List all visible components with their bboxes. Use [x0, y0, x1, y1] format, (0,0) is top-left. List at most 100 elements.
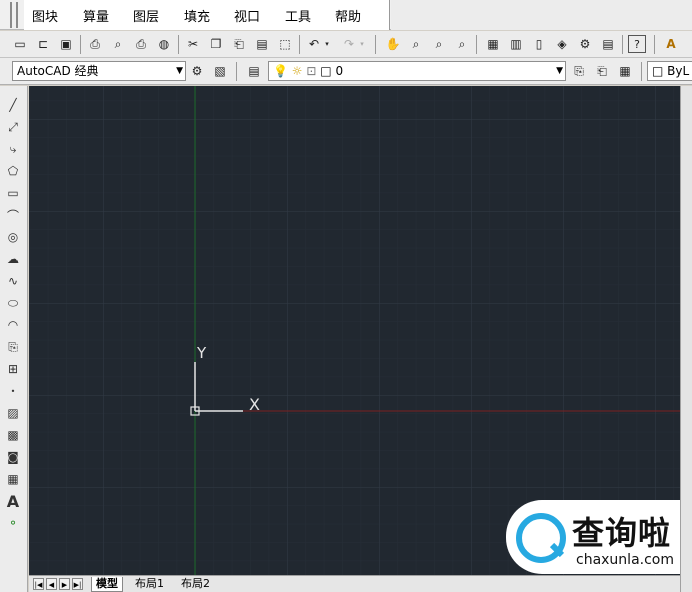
toolbar-separator: [654, 35, 655, 54]
layer-value: 0: [335, 64, 344, 78]
menu-viewport[interactable]: 视口: [234, 6, 260, 25]
workspace-select[interactable]: AutoCAD 经典 ▼: [12, 61, 186, 81]
spline-icon[interactable]: ∿: [4, 272, 22, 290]
insert-block-icon[interactable]: ⎘: [4, 338, 22, 356]
calculator-icon[interactable]: ▤: [599, 35, 617, 53]
save-icon[interactable]: ▣: [57, 35, 75, 53]
prev-tab-button[interactable]: ◀: [46, 578, 57, 590]
layer-properties-icon[interactable]: ▤: [245, 62, 263, 80]
tool-palette-icon[interactable]: ▯: [530, 35, 548, 53]
polygon-icon[interactable]: ⬠: [4, 162, 22, 180]
layer-previous-icon[interactable]: ⎗: [593, 62, 611, 80]
rectangle-icon[interactable]: ▭: [4, 184, 22, 202]
plot-icon[interactable]: ⎙: [132, 35, 150, 53]
ellipse-arc-icon[interactable]: ◠: [4, 316, 22, 334]
tab-layout1[interactable]: 布局1: [131, 577, 168, 592]
color-swatch-icon: □: [652, 64, 664, 78]
cut-icon[interactable]: ✂: [184, 35, 202, 53]
workspace-save-icon[interactable]: ▧: [211, 62, 229, 80]
toolbar-separator: [641, 62, 642, 81]
copy-icon[interactable]: ❐: [207, 35, 225, 53]
arc-icon[interactable]: ⌒: [4, 206, 22, 224]
bulb-icon: 💡: [273, 64, 288, 78]
tab-model[interactable]: 模型: [91, 577, 123, 592]
watermark-logo: 查询啦 chaxunla.com: [506, 500, 680, 574]
chevron-down-icon: ▼: [176, 66, 183, 76]
toolbar-separator: [80, 35, 81, 54]
ellipse-icon[interactable]: ⬭: [4, 294, 22, 312]
hatch-icon[interactable]: ▨: [4, 404, 22, 422]
sheetset-icon[interactable]: ◈: [553, 35, 571, 53]
make-block-icon[interactable]: ⊞: [4, 360, 22, 378]
paste-icon[interactable]: ⎗: [230, 35, 248, 53]
menu-layer[interactable]: 图层: [133, 6, 159, 25]
menubar-grip[interactable]: [10, 2, 18, 28]
menu-help[interactable]: 帮助: [335, 6, 361, 25]
circle-icon[interactable]: ◎: [4, 228, 22, 246]
layer-select[interactable]: 💡 ☼ ⊡ □ 0 ▼: [268, 61, 566, 81]
zoom-previous-icon[interactable]: ⌕: [453, 35, 471, 53]
vertical-scrollbar[interactable]: [680, 86, 692, 592]
new-icon[interactable]: ▭: [11, 35, 29, 53]
preview-icon[interactable]: ⌕: [109, 35, 127, 53]
print-icon[interactable]: ⎙: [86, 35, 104, 53]
toolbar-separator: [178, 35, 179, 54]
text-style-icon[interactable]: A: [662, 35, 680, 53]
region-icon[interactable]: ◙: [4, 448, 22, 466]
pan-icon[interactable]: ✋: [384, 35, 402, 53]
add-selected-icon[interactable]: ⚬: [4, 514, 22, 532]
watermark-subtitle: chaxunla.com: [576, 552, 674, 568]
layer-state-icon[interactable]: ▦: [616, 62, 634, 80]
block-icon[interactable]: ⬚: [276, 35, 294, 53]
help-icon[interactable]: ?: [628, 35, 646, 53]
multiline-text-icon[interactable]: A: [4, 492, 22, 511]
standard-toolbar: ▭ ⊏ ▣ ⎙ ⌕ ⎙ ◍ ✂ ❐ ⎗ ▤ ⬚ ↶ ▾ ↷ ▾ ✋ ⌕ ⌕ ⌕ …: [0, 31, 692, 58]
gradient-icon[interactable]: ▩: [4, 426, 22, 444]
menubar-blank: [391, 0, 692, 30]
toolbar-separator: [236, 62, 237, 81]
color-swatch-icon: □: [320, 64, 332, 78]
revision-cloud-icon[interactable]: ☁: [4, 250, 22, 268]
publish-icon[interactable]: ◍: [155, 35, 173, 53]
last-tab-button[interactable]: ▶|: [72, 578, 83, 590]
menu-tools[interactable]: 工具: [285, 6, 311, 25]
zoom-window-icon[interactable]: ⌕: [430, 35, 448, 53]
undo-icon[interactable]: ↶: [305, 35, 323, 53]
layout-tab-bar: |◀ ◀ ▶ ▶| 模型 布局1 布局2: [29, 575, 680, 592]
zoom-realtime-icon[interactable]: ⌕: [407, 35, 425, 53]
undo-dropdown-icon[interactable]: ▾: [322, 35, 332, 53]
workspace-settings-icon[interactable]: ⚙: [188, 62, 206, 80]
search-icon: [516, 513, 566, 563]
first-tab-button[interactable]: |◀: [33, 578, 44, 590]
line-icon[interactable]: ╱: [4, 96, 22, 114]
workspace-value: AutoCAD 经典: [17, 64, 99, 78]
make-current-icon[interactable]: ⎘: [570, 62, 588, 80]
menu-strip: 图块 算量 图层 填充 视口 工具 帮助: [24, 0, 390, 30]
chevron-down-icon: ▼: [556, 66, 563, 76]
menubar: 图块 算量 图层 填充 视口 工具 帮助: [0, 0, 692, 30]
markup-icon[interactable]: ⚙: [576, 35, 594, 53]
properties-icon[interactable]: ▦: [484, 35, 502, 53]
sun-icon: ☼: [291, 64, 303, 78]
workspace-layer-toolbar: AutoCAD 经典 ▼ ⚙ ▧ ▤ 💡 ☼ ⊡ □ 0 ▼ ⎘ ⎗ ▦ □ B…: [0, 58, 692, 85]
toolbar-separator: [375, 35, 376, 54]
design-center-icon[interactable]: ▥: [507, 35, 525, 53]
redo-dropdown-icon[interactable]: ▾: [357, 35, 367, 53]
open-icon[interactable]: ⊏: [34, 35, 52, 53]
point-icon[interactable]: •: [4, 382, 22, 400]
tab-layout2[interactable]: 布局2: [177, 577, 214, 592]
watermark-title: 查询啦: [572, 514, 672, 552]
color-value: ByL: [667, 64, 690, 78]
polyline-icon[interactable]: ⤷: [4, 140, 22, 158]
menu-fill[interactable]: 填充: [184, 6, 210, 25]
construction-line-icon[interactable]: ⤢: [4, 118, 22, 136]
menu-quantity[interactable]: 算量: [83, 6, 109, 25]
color-select[interactable]: □ ByL: [647, 61, 692, 81]
next-tab-button[interactable]: ▶: [59, 578, 70, 590]
matchprop-icon[interactable]: ▤: [253, 35, 271, 53]
toolbar-separator: [299, 35, 300, 54]
table-icon[interactable]: ▦: [4, 470, 22, 488]
redo-icon[interactable]: ↷: [340, 35, 358, 53]
menu-block[interactable]: 图块: [32, 6, 58, 25]
lock-icon: ⊡: [306, 64, 317, 78]
